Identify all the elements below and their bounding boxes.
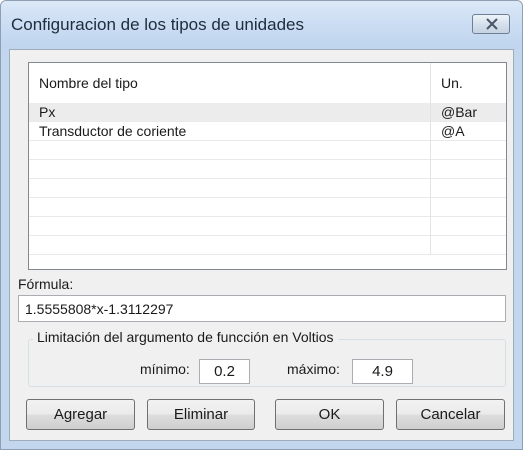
table-row[interactable] [29,198,506,217]
column-header-unit[interactable]: Un. [431,63,506,103]
table-row[interactable] [29,179,506,198]
row-type-name: Transductor de coriente [29,122,431,141]
cancel-button[interactable]: Cancelar [396,399,505,430]
row-type-name: Px [29,103,431,122]
table-row[interactable] [29,160,506,179]
row-type-name [29,217,431,236]
row-unit [431,236,506,255]
row-unit [431,141,506,160]
dialog-window: Configuracion de los tipos de unidades N… [0,0,523,450]
row-unit [431,160,506,179]
row-unit [431,198,506,217]
row-type-name [29,236,431,255]
column-header-type-name[interactable]: Nombre del tipo [29,63,431,103]
ok-button[interactable]: OK [275,399,384,430]
formula-label: Fórmula: [18,276,74,292]
table-row[interactable] [29,141,506,160]
close-x-icon [486,18,498,30]
max-value-input[interactable] [352,359,413,384]
delete-button[interactable]: Eliminar [147,399,255,430]
window-title: Configuracion de los tipos de unidades [11,15,304,34]
list-header: Nombre del tipo Un. [29,63,506,104]
row-type-name [29,198,431,217]
close-button[interactable] [472,14,510,34]
row-type-name [29,141,431,160]
table-row[interactable]: Px @Bar [29,103,506,122]
row-type-name [29,160,431,179]
unit-types-list[interactable]: Nombre del tipo Un. Px @Bar Transductor de… [28,62,507,270]
list-rows: Px @Bar Transductor de coriente @A [29,103,506,255]
title-bar[interactable]: Configuracion de los tipos de unidades [1,1,522,49]
table-row[interactable] [29,217,506,236]
table-row[interactable]: Transductor de coriente @A [29,122,506,141]
row-unit [431,217,506,236]
min-label: mínimo: [140,361,190,377]
formula-input[interactable] [18,295,506,322]
row-unit: @Bar [441,104,477,120]
row-unit [431,179,506,198]
voltage-limits-group [28,339,506,387]
min-value-input[interactable] [199,359,250,384]
table-row[interactable] [29,236,506,255]
add-button[interactable]: Agregar [26,399,135,430]
row-unit: @A [441,123,465,139]
dialog-client-area: Nombre del tipo Un. Px @Bar Transductor de… [9,49,514,441]
max-label: máximo: [287,361,340,377]
voltage-limits-legend: Limitación del argumento de funcción en … [33,329,338,345]
row-type-name [29,179,431,198]
